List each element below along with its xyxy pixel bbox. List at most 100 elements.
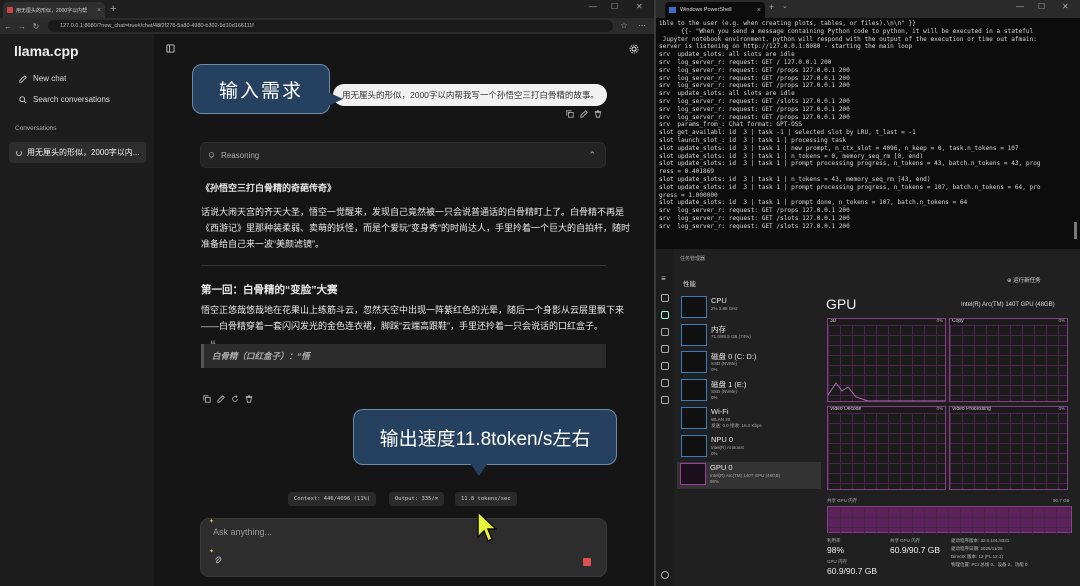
gpu-model: Intel(R) Arc(TM) 140T GPU (48GB) (961, 302, 1055, 308)
response-paragraph-line: 悟空正悠哉悠哉地在花果山上练筋斗云，忽然天空中出现一阵紫红色的光晕，随后一个身影… (201, 305, 625, 315)
details-icon[interactable] (661, 379, 669, 387)
search-conversations-button[interactable]: Search conversations (19, 95, 110, 104)
startup-apps-icon[interactable] (661, 345, 669, 353)
item-sub: 0% (711, 395, 718, 400)
close-window-icon[interactable]: ✕ (1062, 2, 1069, 11)
browser-tab[interactable]: 用无厘头的形似，2000字以内帮 × (3, 2, 105, 18)
terminal-line: ress = 0.401869 (659, 168, 715, 176)
perf-item-disk0[interactable]: 磁盘 0 (C: D:) SSD (NVMe) 0% (678, 350, 818, 377)
run-new-task-button[interactable]: ⊕ 运行新任务 (1007, 276, 1041, 284)
edit-icon[interactable] (580, 110, 588, 118)
item-sub: WLAN 20 (711, 417, 731, 422)
dropdown-icon[interactable]: ⌄ (782, 2, 788, 10)
item-sub: Intel(R) Arc(TM) 140T GPU (48GB) (710, 473, 781, 478)
star-icon[interactable]: ☆ (618, 21, 630, 30)
response-paragraph-line: 话说大闹天宫的齐天大圣，悟空一觉醒来，发现自己竟然被一只会说普通话的白骨精盯上了… (201, 207, 625, 217)
minimize-icon[interactable]: — (589, 2, 597, 11)
user-message-text: 用无厘头的形似，2000字以内帮我写一个孙悟空三打白骨精的故事。 (342, 90, 599, 100)
menu-icon[interactable]: ⋯ (636, 21, 648, 30)
terminal-line: srv log_server_r: request: GET /props 12… (659, 74, 850, 82)
terminal-scrollbar[interactable] (1074, 222, 1077, 239)
task-manager-title: 任务管理器 (680, 256, 706, 262)
settings-gear-icon[interactable] (629, 44, 639, 54)
sparkle-icon: ✦ (209, 549, 215, 555)
copy-icon[interactable] (203, 395, 211, 403)
perf-item-gpu[interactable]: GPU 0 Intel(R) Arc(TM) 140T GPU (48GB) 9… (677, 462, 821, 489)
chat-input[interactable]: Ask anything... (200, 518, 607, 577)
new-tab-icon[interactable]: + (110, 3, 116, 15)
tab-title: 用无厘头的形似，2000字以内帮 (16, 7, 88, 14)
loading-icon (16, 149, 22, 156)
perf-item-memory[interactable]: 内存 71.0/95.5 GB (74%) (678, 323, 818, 350)
callout-text: 输入需求 (218, 80, 303, 102)
terminal-line: slot update_slots: id 3 | task 1 | promp… (659, 160, 1041, 168)
shared-value: 60.9/90.7 GB (890, 545, 941, 555)
copy-icon[interactable] (566, 110, 574, 118)
perf-item-cpu[interactable]: CPU 2% 3.88 GHz (678, 295, 818, 322)
services-icon[interactable] (661, 396, 669, 404)
perf-item-disk1[interactable]: 磁盘 1 (E:) SSD (NVMe) 0% (678, 378, 818, 405)
graph-3d-line (828, 382, 945, 401)
new-chat-button[interactable]: New chat (19, 74, 66, 83)
close-tab-icon[interactable]: × (97, 7, 101, 14)
perf-item-wifi[interactable]: Wi-Fi WLAN 20 发送: 0.0 接收: 16.0 Kbps (678, 406, 818, 433)
attach-icon[interactable] (214, 556, 222, 565)
context-stat: Context: 446/4096 (11%) (288, 492, 377, 506)
callout-text: 输出速度11.8token/s左右 (379, 428, 591, 450)
hamburger-icon[interactable]: ≡ (661, 274, 669, 283)
new-tab-icon[interactable]: + (769, 2, 774, 12)
sidebar-toggle-icon[interactable] (166, 44, 175, 53)
gpu-mem-label: GPU 内存 (827, 559, 848, 564)
run-new-task-label: 运行新任务 (1013, 278, 1041, 284)
quote-text: 白骨精（口红盒子）：“悟 (212, 351, 310, 361)
terminal-line: srv log_server_r: request: GET /slots 12… (659, 97, 850, 105)
terminal-output[interactable]: ible to the user (e.g. when creating plo… (659, 20, 1075, 231)
reload-icon[interactable]: ↻ (30, 22, 42, 31)
disk-thumbnail (681, 379, 707, 401)
graph-grid (950, 325, 1067, 401)
conversation-item[interactable]: 用无厘头的形似，2000字以内... (9, 142, 146, 163)
item-sub: 98% (710, 479, 720, 484)
graph-grid (828, 413, 945, 489)
powershell-tab[interactable]: Windows PowerShell × (665, 2, 765, 18)
mouse-cursor-icon (477, 511, 497, 543)
regenerate-icon[interactable] (231, 395, 239, 403)
wifi-thumbnail (681, 407, 707, 429)
maximize-icon[interactable]: ☐ (1038, 2, 1045, 11)
app-history-icon[interactable] (661, 328, 669, 336)
delete-icon[interactable] (245, 395, 253, 403)
graph-grid (828, 507, 1071, 534)
close-window-icon[interactable]: ✕ (636, 2, 643, 11)
gpu-thumbnail (680, 463, 706, 485)
item-sub: SSD (NVMe) (711, 361, 738, 366)
users-icon[interactable] (661, 362, 669, 370)
terminal-line: srv log_server_r: request: GET /props 12… (659, 105, 850, 113)
close-tab-icon[interactable]: × (757, 7, 761, 14)
terminal-line: slot update_slots: id 3 | task 1 | promp… (659, 199, 968, 207)
item-sub: 2% 3.88 GHz (711, 306, 738, 311)
graph-label: Video Decode (830, 406, 862, 412)
maximize-icon[interactable]: ☐ (611, 2, 618, 11)
edit-icon (19, 74, 27, 83)
terminal-line: slot update_slots: id 3 | task 1 | promp… (659, 183, 1041, 191)
settings-gear-icon[interactable] (661, 571, 669, 579)
item-name: NPU 0 (711, 435, 734, 444)
delete-icon[interactable] (594, 110, 602, 118)
url-input[interactable]: 127.0.0.1:8080/?new_chat=true#/chat/48f2… (48, 20, 613, 32)
processes-icon[interactable] (661, 294, 669, 302)
perf-item-npu[interactable]: NPU 0 Intel(R) AI Boost 0% (678, 434, 818, 461)
graph-label: Video Processing (952, 406, 991, 412)
terminal-line: srv log_server_r: request: GET /props 12… (659, 82, 850, 90)
stop-button[interactable] (583, 558, 591, 566)
back-icon[interactable]: ← (2, 22, 14, 31)
shared-mem-label: 共享 GPU 内存 (827, 498, 858, 503)
chat-input-placeholder: Ask anything... (213, 527, 273, 537)
powershell-icon (669, 7, 676, 13)
edit-icon[interactable] (217, 395, 225, 403)
reasoning-toggle[interactable]: Reasoning ⌃ (200, 142, 606, 168)
performance-icon[interactable] (661, 311, 669, 319)
minimize-icon[interactable]: — (1016, 2, 1024, 11)
forward-icon[interactable]: → (16, 22, 28, 31)
terminal-line: srv update_slots: all slots are idle (659, 51, 795, 59)
shared-mem-max: 90.7 GB (1053, 498, 1070, 503)
